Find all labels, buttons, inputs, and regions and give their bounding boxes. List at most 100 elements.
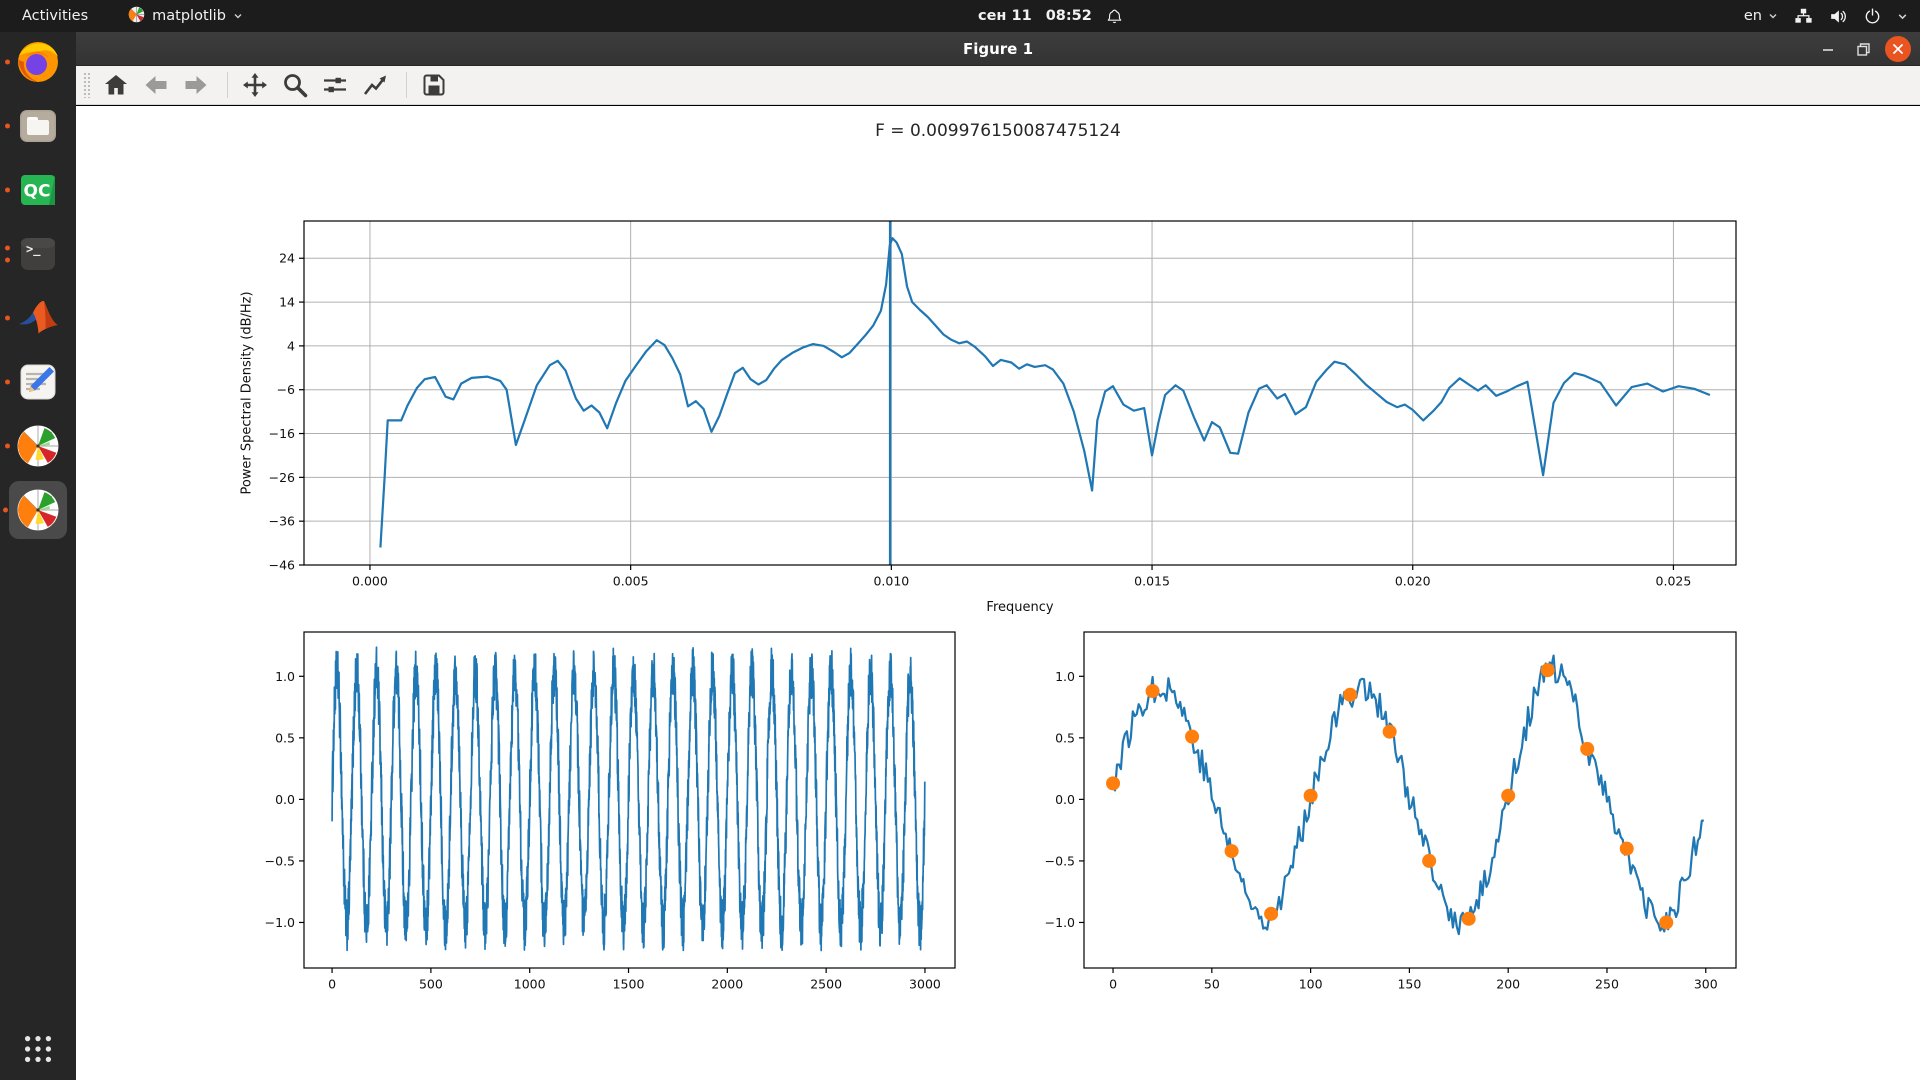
show-applications-button[interactable] bbox=[21, 1032, 55, 1070]
svg-text:14: 14 bbox=[279, 295, 295, 310]
clock-time: 08:52 bbox=[1046, 8, 1092, 24]
top-bar: Activities matplotlib bbox=[0, 0, 1920, 32]
svg-text:−0.5: −0.5 bbox=[265, 853, 295, 868]
power-icon bbox=[1864, 8, 1881, 25]
window-titlebar[interactable]: Figure 1 bbox=[76, 32, 1920, 66]
svg-text:1000: 1000 bbox=[514, 977, 546, 992]
forward-button[interactable] bbox=[178, 68, 214, 102]
line-chart-icon bbox=[362, 72, 388, 98]
minimize-button[interactable] bbox=[1815, 36, 1841, 62]
wired-network-icon bbox=[1794, 8, 1813, 25]
dock-item-firefox[interactable] bbox=[14, 38, 62, 86]
svg-text:500: 500 bbox=[419, 977, 443, 992]
zoom-button[interactable] bbox=[277, 68, 313, 102]
svg-text:300: 300 bbox=[1694, 977, 1718, 992]
svg-text:150: 150 bbox=[1397, 977, 1421, 992]
svg-text:1.0: 1.0 bbox=[1055, 669, 1075, 684]
activities-label: Activities bbox=[22, 8, 88, 24]
chevron-down-icon bbox=[1768, 11, 1778, 21]
svg-text:0.5: 0.5 bbox=[1055, 730, 1075, 745]
activities-button[interactable]: Activities bbox=[16, 0, 94, 32]
running-indicator-dot bbox=[5, 380, 10, 385]
dock-item-terminal[interactable]: >_ bbox=[14, 230, 62, 278]
running-indicator-dot bbox=[5, 316, 10, 321]
matplotlib-icon bbox=[16, 488, 60, 532]
dock-item-qc[interactable]: QC bbox=[14, 166, 62, 214]
clock-date: сен 11 bbox=[978, 8, 1032, 24]
svg-text:0.015: 0.015 bbox=[1134, 574, 1170, 589]
close-button[interactable] bbox=[1885, 36, 1911, 62]
svg-text:0.0: 0.0 bbox=[275, 792, 295, 807]
svg-text:0.010: 0.010 bbox=[873, 574, 909, 589]
back-arrow-icon bbox=[143, 72, 169, 98]
svg-text:4: 4 bbox=[287, 338, 295, 353]
dock-item-matplotlib-active[interactable] bbox=[9, 481, 67, 539]
edit-plot-button[interactable] bbox=[357, 68, 393, 102]
svg-text:0.005: 0.005 bbox=[613, 574, 649, 589]
svg-text:>_: >_ bbox=[26, 242, 41, 257]
figure-toolbar bbox=[76, 66, 1920, 105]
chevron-down-icon bbox=[233, 11, 243, 21]
running-indicator-dot bbox=[5, 188, 10, 193]
toolbar-separator bbox=[227, 72, 228, 98]
system-status-area[interactable]: en bbox=[1744, 0, 1914, 32]
figure-plot-area[interactable]: 0.0000.0050.0100.0150.0200.02524144−6−16… bbox=[76, 106, 1920, 1080]
window-title: Figure 1 bbox=[963, 40, 1033, 58]
sampled-signal-chart: 0501001502002503001.00.50.0−0.5−1.0 bbox=[1045, 632, 1736, 992]
dock-item-text-editor[interactable] bbox=[14, 358, 62, 406]
keyboard-layout-label: en bbox=[1744, 8, 1762, 24]
svg-text:−0.5: −0.5 bbox=[1045, 853, 1075, 868]
svg-text:1.0: 1.0 bbox=[275, 669, 295, 684]
dock: QC >_ bbox=[0, 32, 76, 1080]
toolbar-grip[interactable] bbox=[83, 72, 92, 98]
psd-chart: 0.0000.0050.0100.0150.0200.02524144−6−16… bbox=[240, 221, 1737, 615]
figure-canvas[interactable]: F = 0.009976150087475124 0.0000.0050.010… bbox=[76, 106, 1920, 1080]
dock-item-file-manager[interactable] bbox=[14, 102, 62, 150]
home-icon bbox=[103, 72, 129, 98]
clock-button[interactable]: сен 11 08:52 bbox=[978, 0, 1123, 32]
chevron-down-icon bbox=[1897, 11, 1908, 22]
firefox-icon bbox=[16, 40, 60, 84]
svg-text:−36: −36 bbox=[269, 514, 295, 529]
running-indicator-dot bbox=[5, 124, 10, 129]
app-menu-label: matplotlib bbox=[152, 8, 226, 24]
back-button[interactable] bbox=[138, 68, 174, 102]
pan-button[interactable] bbox=[237, 68, 273, 102]
svg-text:50: 50 bbox=[1204, 977, 1220, 992]
dock-item-matlab[interactable] bbox=[14, 294, 62, 342]
notification-bell-icon bbox=[1106, 8, 1123, 25]
matlab-icon bbox=[16, 296, 60, 340]
running-indicator-dot bbox=[5, 258, 10, 263]
app-menu-button[interactable]: matplotlib bbox=[122, 0, 249, 32]
svg-text:Power Spectral Density (dB/Hz): Power Spectral Density (dB/Hz) bbox=[240, 291, 255, 494]
sliders-icon bbox=[322, 72, 348, 98]
running-indicator-dot bbox=[5, 246, 10, 251]
figure-window: Figure 1 bbox=[76, 32, 1920, 1080]
svg-text:3000: 3000 bbox=[909, 977, 941, 992]
running-indicator-dot bbox=[3, 508, 8, 513]
dock-item-matplotlib[interactable] bbox=[14, 422, 62, 470]
svg-text:100: 100 bbox=[1299, 977, 1323, 992]
svg-text:2500: 2500 bbox=[810, 977, 842, 992]
terminal-icon: >_ bbox=[16, 232, 60, 276]
svg-text:2000: 2000 bbox=[711, 977, 743, 992]
svg-text:−6: −6 bbox=[277, 382, 295, 397]
keyboard-layout-indicator[interactable]: en bbox=[1744, 8, 1778, 24]
svg-text:0.025: 0.025 bbox=[1656, 574, 1692, 589]
svg-text:200: 200 bbox=[1496, 977, 1520, 992]
running-indicator-dot bbox=[5, 444, 10, 449]
minimize-icon bbox=[1821, 42, 1835, 56]
matplotlib-logo-icon bbox=[128, 6, 145, 27]
home-button[interactable] bbox=[98, 68, 134, 102]
close-icon bbox=[1892, 43, 1904, 55]
svg-text:−26: −26 bbox=[269, 470, 295, 485]
matplotlib-icon bbox=[16, 424, 60, 468]
svg-text:QC: QC bbox=[24, 182, 51, 202]
svg-text:0.000: 0.000 bbox=[352, 574, 388, 589]
svg-text:−46: −46 bbox=[269, 558, 295, 573]
restore-button[interactable] bbox=[1850, 36, 1876, 62]
svg-text:0.5: 0.5 bbox=[275, 730, 295, 745]
volume-icon bbox=[1829, 8, 1848, 25]
subplots-config-button[interactable] bbox=[317, 68, 353, 102]
save-button[interactable] bbox=[416, 68, 452, 102]
